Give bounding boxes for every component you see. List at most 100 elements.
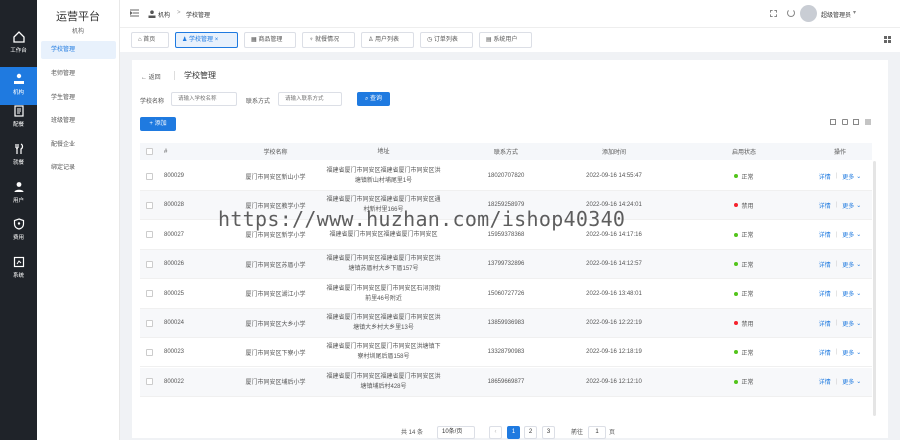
rail-item-shield[interactable]: 费用 bbox=[0, 212, 37, 250]
row-checkbox[interactable] bbox=[146, 348, 153, 356]
sidebar-item-catering[interactable]: 配餐企业 bbox=[41, 136, 116, 154]
detail-link[interactable]: 详情 bbox=[819, 201, 831, 210]
tab-users[interactable]: ♙ 用户列表 bbox=[361, 32, 414, 48]
cell-phone: 18659669877 bbox=[487, 378, 525, 385]
detail-link[interactable]: 详情 bbox=[819, 260, 831, 269]
avatar[interactable] bbox=[800, 5, 817, 22]
chevron-down-icon[interactable]: ⌄ bbox=[856, 231, 861, 238]
sidebar-item-student[interactable]: 学生管理 bbox=[41, 89, 116, 107]
prev-page-button[interactable]: ‹ bbox=[489, 426, 502, 439]
more-link[interactable]: 更多 bbox=[842, 260, 854, 269]
fullscreen-icon[interactable] bbox=[770, 10, 777, 17]
select-all-cell[interactable] bbox=[146, 143, 156, 160]
chevron-down-icon[interactable]: ⌄ bbox=[856, 378, 861, 385]
export-icon[interactable] bbox=[842, 119, 848, 125]
more-link[interactable]: 更多 bbox=[842, 377, 854, 386]
detail-link[interactable]: 详情 bbox=[819, 289, 831, 298]
cell-op: 详情 | 更多 ⌄ bbox=[810, 368, 870, 396]
fork-icon bbox=[13, 143, 25, 155]
rail-item-fork[interactable]: 就餐 bbox=[0, 137, 37, 175]
cell-time: 2022-09-16 13:48:01 bbox=[586, 290, 642, 297]
fullscreen-table-icon[interactable] bbox=[853, 119, 859, 125]
chevron-down-icon[interactable]: ⌄ bbox=[856, 202, 861, 209]
page-size-select[interactable]: 10条/页 bbox=[437, 426, 475, 439]
chevron-down-icon[interactable]: ⌄ bbox=[856, 261, 861, 268]
chevron-down-icon[interactable]: ⌄ bbox=[856, 173, 861, 180]
detail-link[interactable]: 详情 bbox=[819, 348, 831, 357]
rail-item-system[interactable]: 系统 bbox=[0, 250, 37, 288]
detail-link[interactable]: 详情 bbox=[819, 377, 831, 386]
row-checkbox[interactable] bbox=[146, 231, 153, 239]
tab-goods[interactable]: ▦ 商品管理 bbox=[244, 32, 296, 48]
back-label: 返回 bbox=[148, 75, 161, 81]
row-checkbox-cell[interactable] bbox=[146, 250, 156, 278]
close-icon[interactable]: × bbox=[213, 37, 219, 43]
more-link[interactable]: 更多 bbox=[842, 230, 854, 239]
row-checkbox[interactable] bbox=[146, 260, 153, 268]
collapse-menu-icon[interactable] bbox=[130, 9, 139, 17]
school-name-input[interactable] bbox=[171, 92, 237, 106]
more-link[interactable]: 更多 bbox=[842, 319, 854, 328]
row-checkbox-cell[interactable] bbox=[146, 368, 156, 396]
print-icon[interactable] bbox=[830, 119, 836, 125]
rail-item-label: 配餐 bbox=[12, 122, 24, 128]
detail-link[interactable]: 详情 bbox=[819, 319, 831, 328]
row-checkbox-cell[interactable] bbox=[146, 162, 156, 190]
refresh-icon[interactable] bbox=[787, 9, 795, 17]
user-name[interactable]: 超级管理员 bbox=[821, 10, 851, 19]
chevron-down-icon[interactable]: ⌄ bbox=[856, 320, 861, 327]
rail-item-menu-doc[interactable]: 配餐 bbox=[0, 99, 37, 137]
more-link[interactable]: 更多 bbox=[842, 172, 854, 181]
column-settings-icon[interactable] bbox=[865, 119, 871, 125]
sidebar-item-class[interactable]: 班级管理 bbox=[41, 112, 116, 130]
status-dot bbox=[734, 203, 739, 208]
page-3-button[interactable]: 3 bbox=[542, 426, 555, 439]
page-2-button[interactable]: 2 bbox=[524, 426, 537, 439]
row-checkbox-cell[interactable] bbox=[146, 191, 156, 219]
chevron-down-icon[interactable]: ▾ bbox=[853, 9, 856, 16]
breadcrumb-root[interactable]: 机构 bbox=[158, 10, 170, 19]
page-1-button[interactable]: 1 bbox=[507, 426, 520, 439]
detail-link[interactable]: 详情 bbox=[819, 172, 831, 181]
table-row: 800029 厦门市同安区新山小学 福建省厦门市同安区福建省厦门市同安区洪塘镇新山村… bbox=[140, 162, 872, 191]
tab-home[interactable]: ⌂ 首页 bbox=[131, 32, 169, 48]
row-checkbox-cell[interactable] bbox=[146, 309, 156, 337]
row-checkbox[interactable] bbox=[146, 319, 153, 327]
search-button[interactable]: ⌕ 查询 bbox=[357, 92, 390, 106]
more-link[interactable]: 更多 bbox=[842, 289, 854, 298]
tab-system-users[interactable]: ▤ 系统用户 bbox=[479, 32, 532, 48]
chevron-down-icon[interactable]: ⌄ bbox=[856, 290, 861, 297]
detail-link[interactable]: 详情 bbox=[819, 230, 831, 239]
cell-status: 正常 bbox=[724, 162, 764, 190]
more-link[interactable]: 更多 bbox=[842, 201, 854, 210]
row-checkbox-cell[interactable] bbox=[146, 280, 156, 308]
rail-item-user[interactable]: 用户 bbox=[0, 175, 37, 213]
table-scrollbar[interactable] bbox=[873, 161, 876, 416]
cell-name: 厦门市同安区苏厝小学 bbox=[245, 262, 306, 269]
rail-item-home[interactable]: 工作台 bbox=[0, 25, 37, 63]
cell-phone: 18020707820 bbox=[487, 173, 525, 179]
sidebar-item-binding[interactable]: 绑定记录 bbox=[41, 159, 116, 177]
cell-address: 福建省厦门市同安区福建省厦门市同安区洪塘镇埔后村428号 bbox=[326, 373, 441, 390]
sidebar-item-teacher[interactable]: 老师管理 bbox=[41, 65, 116, 83]
org-icon bbox=[148, 10, 156, 18]
status-dot bbox=[734, 262, 739, 267]
back-link[interactable]: ← 返回 bbox=[141, 72, 161, 81]
chevron-down-icon[interactable]: ⌄ bbox=[856, 349, 861, 356]
row-checkbox-cell[interactable] bbox=[146, 338, 156, 366]
row-checkbox[interactable] bbox=[146, 378, 153, 386]
add-button[interactable]: + 添加 bbox=[140, 117, 176, 131]
row-checkbox[interactable] bbox=[146, 290, 153, 298]
row-checkbox[interactable] bbox=[146, 201, 153, 209]
sidebar-item-school[interactable]: 学校管理 bbox=[41, 41, 116, 59]
goto-page-input[interactable]: 1 bbox=[588, 426, 606, 439]
row-checkbox[interactable] bbox=[146, 172, 153, 180]
grid-menu-icon[interactable] bbox=[884, 36, 891, 43]
contact-input[interactable] bbox=[278, 92, 342, 106]
select-all-checkbox[interactable] bbox=[146, 148, 153, 155]
tab-dining[interactable]: ♆ 就餐情况 bbox=[302, 32, 355, 48]
more-link[interactable]: 更多 bbox=[842, 348, 854, 357]
row-checkbox-cell[interactable] bbox=[146, 221, 156, 249]
tab-orders[interactable]: ◷ 订单列表 bbox=[420, 32, 473, 48]
tab-school[interactable]: ♟ 学校管理 × bbox=[175, 32, 238, 48]
